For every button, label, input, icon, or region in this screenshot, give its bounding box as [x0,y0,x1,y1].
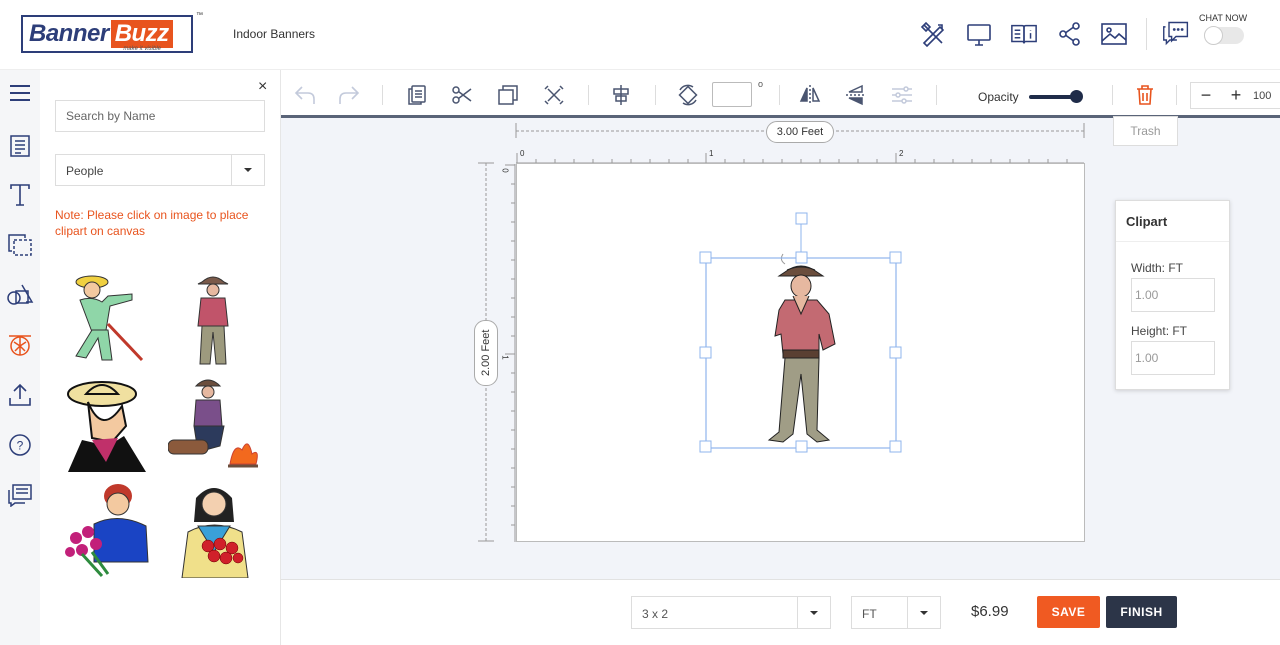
ruler-left: 0 1 [501,164,516,542]
toolbar-divider [655,85,656,105]
flip-vertical-icon[interactable] [843,82,869,108]
undo-icon[interactable] [292,82,318,108]
properties-title: Clipart [1116,201,1229,242]
selected-clipart-cowboy[interactable] [767,253,836,443]
chevron-down-icon[interactable] [797,597,830,628]
height-dimension-label: 2.00 Feet [474,320,498,386]
rotate-icon[interactable] [675,82,701,108]
share-icon[interactable] [1056,20,1084,48]
help-icon[interactable]: ? [5,430,35,460]
svg-text:?: ? [17,439,24,453]
shapes-icon[interactable] [5,280,35,310]
zoom-in-button[interactable]: + [1221,83,1251,108]
header: Banner Buzz make it visible ™ Indoor Ban… [0,0,1280,70]
toolbar-divider [588,85,589,105]
crop-icon[interactable] [541,82,567,108]
opacity-label: Opacity [978,90,1019,104]
category-select[interactable]: People [55,154,265,186]
tool-rail: ? [0,70,40,645]
height-field[interactable] [1131,341,1215,375]
chat-now-label: CHAT NOW [1199,13,1248,23]
ruler-tick-label: 0 [500,168,510,173]
save-button[interactable]: SAVE [1037,596,1100,628]
background-icon[interactable] [5,230,35,260]
degree-symbol: o [758,79,764,89]
trash-icon[interactable] [1132,82,1158,108]
toolbar-divider [1176,85,1177,105]
toolbar-divider [936,85,937,105]
zoom-value: 100 [1253,89,1272,102]
toolbar-divider [1112,85,1113,105]
redo-icon[interactable] [336,82,362,108]
edit-toolbar: o Opacity − + 100 [281,70,1280,118]
chevron-down-icon[interactable] [231,155,264,185]
clipart-properties-panel: Clipart Width: FT Height: FT [1115,200,1230,390]
clipart-cowboy-campfire[interactable] [167,376,260,472]
zoom-control: − + 100 [1190,82,1280,109]
opacity-slider[interactable] [1029,90,1083,103]
ruler-tick-label: 0 [520,149,525,158]
trash-tooltip: Trash [1113,116,1178,146]
bannerbuzz-logo[interactable]: Banner Buzz make it visible ™ [21,12,203,53]
design-tools-icon[interactable] [919,20,947,48]
width-dimension-label: 3.00 Feet [766,121,834,143]
price: $6.99 [971,603,1009,620]
preview-monitor-icon[interactable] [965,20,993,48]
ruler-top: 0 1 2 [516,149,1084,164]
clipart-woman-with-roses[interactable] [168,482,258,579]
clipart-woman-with-flowers[interactable] [62,482,152,578]
design-canvas[interactable] [516,163,1085,542]
cut-icon[interactable] [449,82,475,108]
clipart-elderly-man-walking[interactable] [62,270,152,366]
upload-icon[interactable] [5,380,35,410]
template-icon[interactable] [5,131,35,161]
comments-icon[interactable] [5,480,35,510]
logo-tm: ™ [196,12,203,19]
unit-value: FT [862,607,877,621]
ruler-tick-label: 1 [709,149,714,158]
close-panel-icon[interactable]: × [258,78,267,96]
header-divider [1146,18,1147,50]
duplicate-icon[interactable] [495,82,521,108]
finish-button[interactable]: FINISH [1106,596,1177,628]
clipart-panel: × People Note: Please click on image to … [40,70,281,645]
logo-tagline: make it visible [123,46,161,52]
chat-icon[interactable] [1162,19,1190,47]
width-field[interactable] [1131,278,1215,312]
toolbar-divider [779,85,780,105]
paste-icon[interactable] [404,82,430,108]
book-info-icon[interactable] [1010,20,1038,48]
toolbar-divider [382,85,383,105]
ruler-tick-label: 2 [899,149,904,158]
product-name: Indoor Banners [233,27,316,41]
height-label: Height: FT [1131,324,1188,338]
clipart-cowboy-smoking[interactable] [168,270,258,366]
clipart-icon[interactable] [5,330,35,360]
flip-horizontal-icon[interactable] [797,82,823,108]
chevron-down-icon[interactable] [907,597,940,628]
unit-select[interactable]: FT [851,596,941,629]
rotation-input[interactable] [712,82,752,107]
slider-knob[interactable] [1070,90,1083,103]
ruler-tick-label: 1 [500,355,510,360]
placement-note: Note: Please click on image to place cli… [55,208,249,238]
size-value: 3 x 2 [642,607,669,621]
align-center-icon[interactable] [608,82,634,108]
category-value: People [66,164,104,178]
text-icon[interactable] [5,180,35,210]
width-label: Width: FT [1131,261,1184,275]
menu-icon[interactable] [5,78,35,108]
toggle-knob [1204,26,1223,45]
size-select[interactable]: 3 x 2 [631,596,831,629]
zoom-out-button[interactable]: − [1191,83,1221,108]
settings-sliders-icon[interactable] [889,82,915,108]
footer-bar: 3 x 2 FT $6.99 SAVE FINISH [281,579,1280,645]
chat-toggle[interactable] [1204,26,1244,45]
search-input[interactable] [55,100,265,132]
image-icon[interactable] [1100,20,1128,48]
clipart-cowboy-tipping-hat[interactable] [62,376,152,472]
